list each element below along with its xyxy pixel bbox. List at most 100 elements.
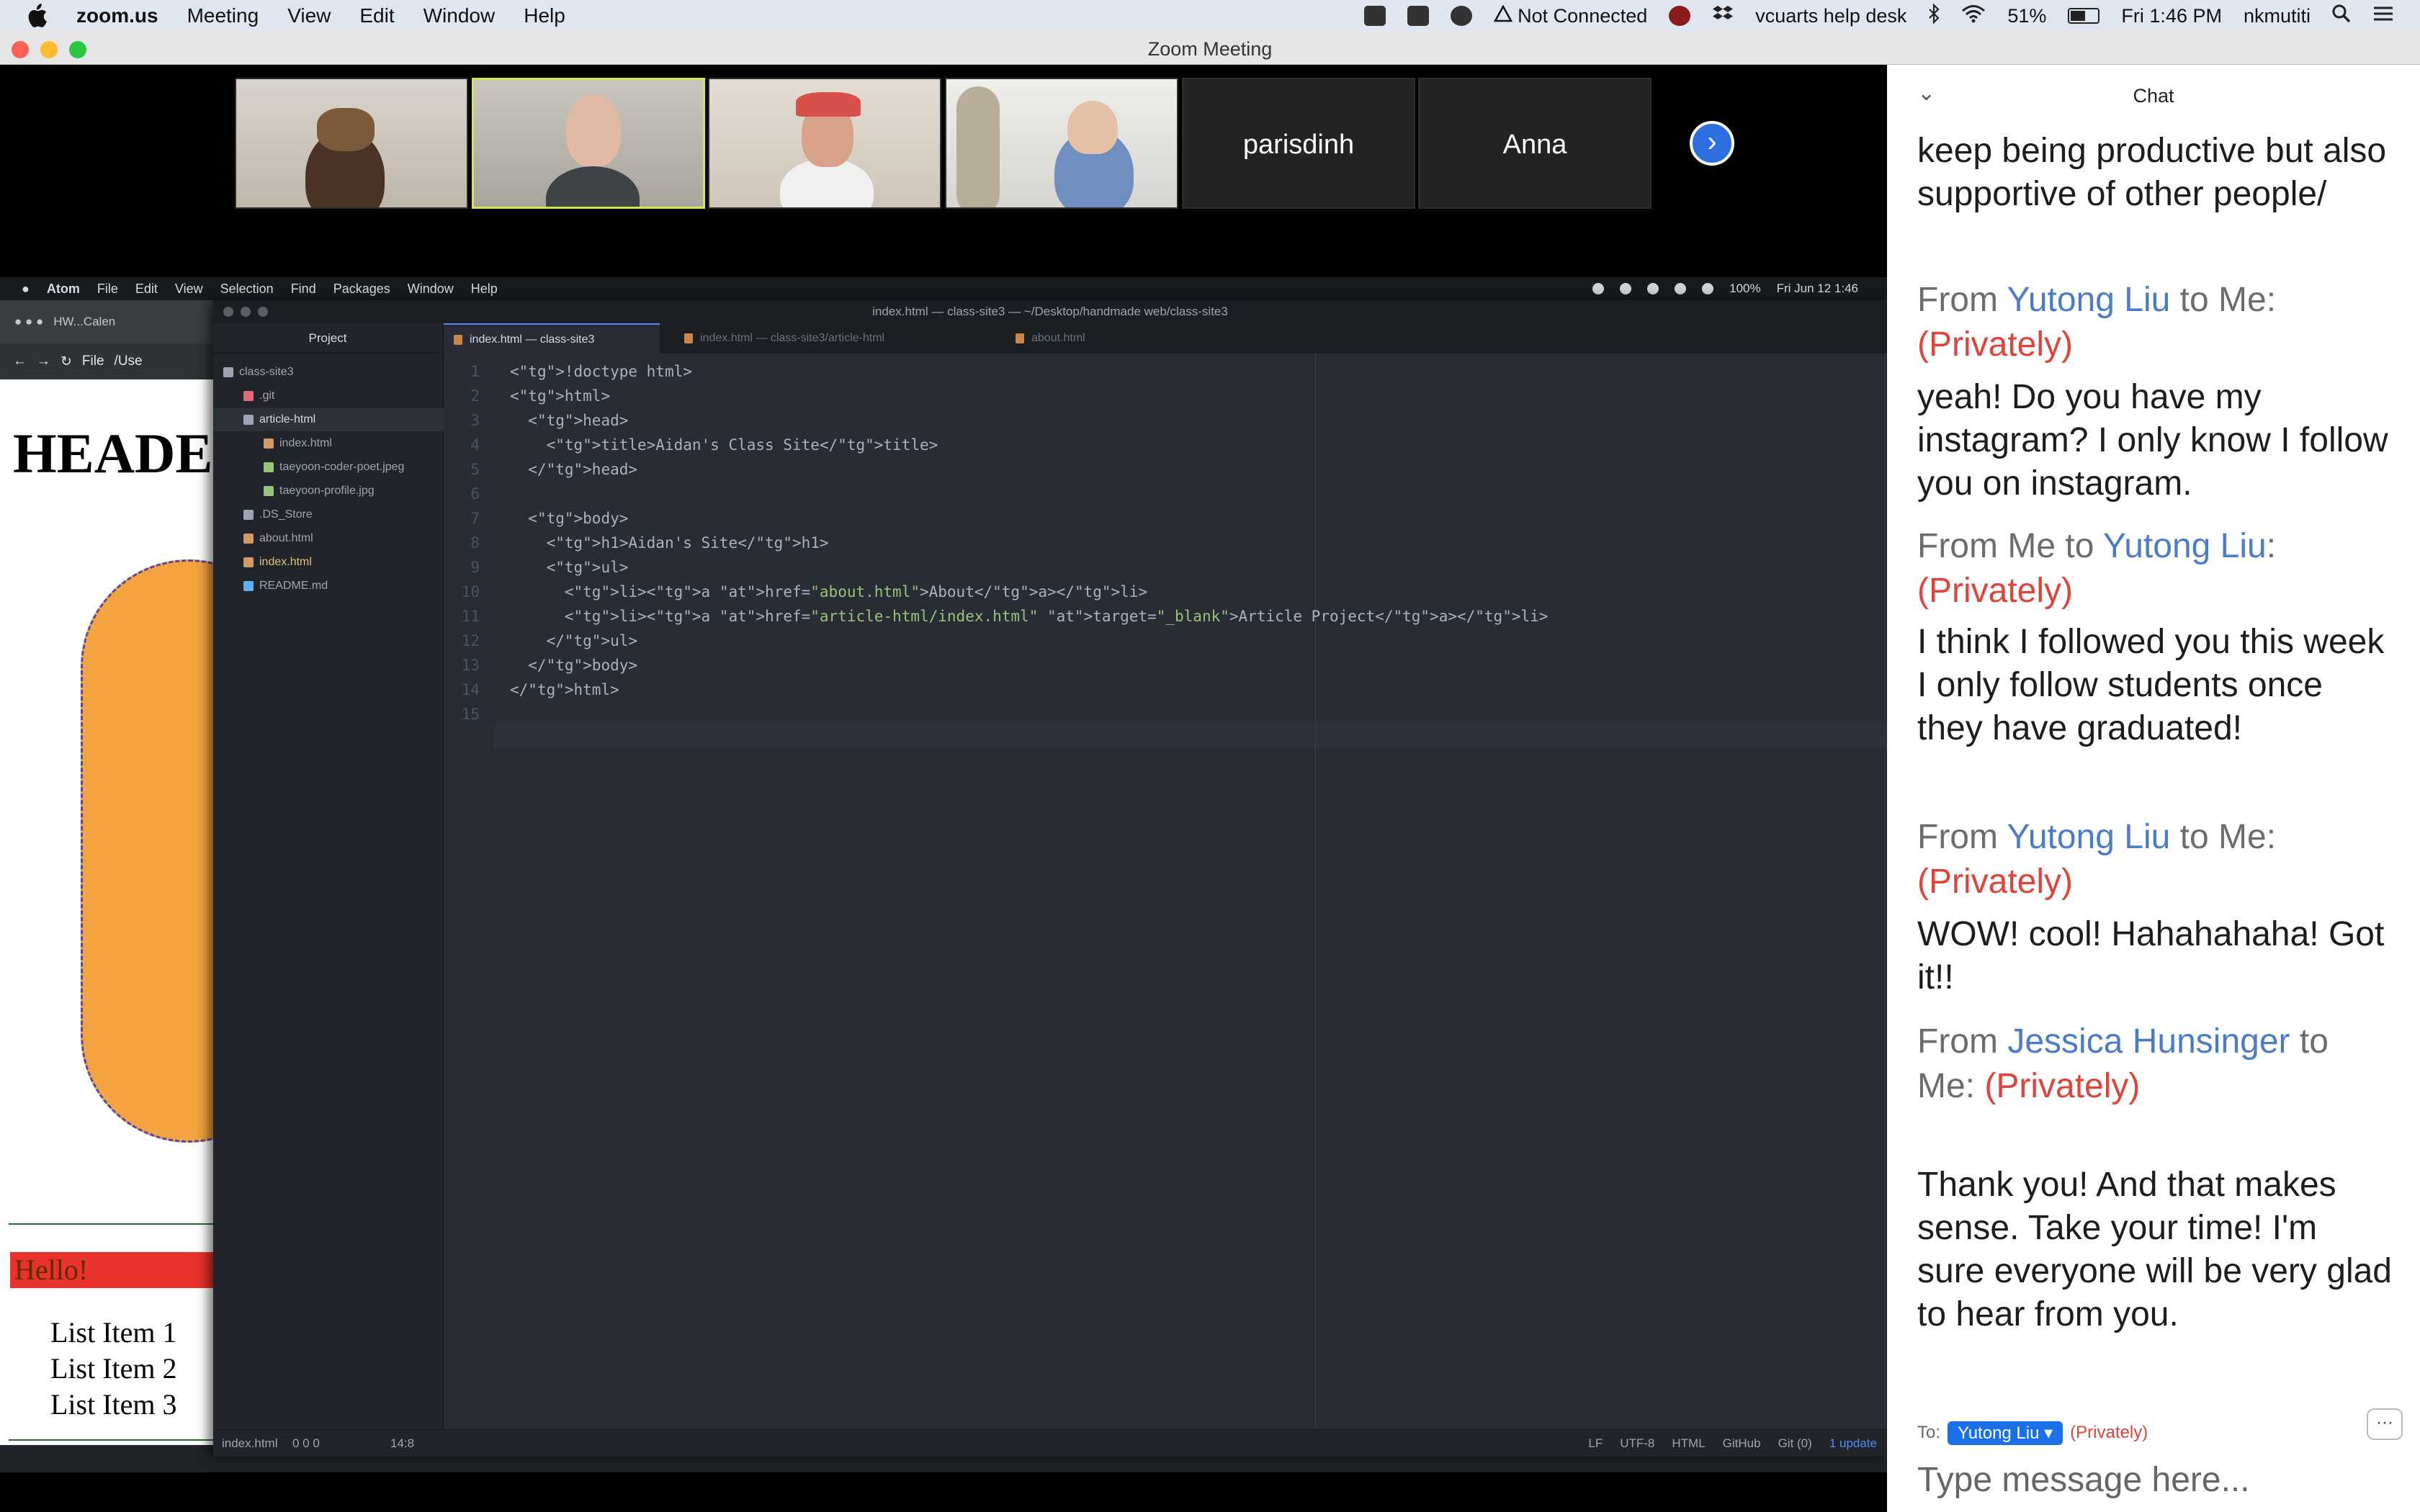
list-item: List Item 2 bbox=[50, 1352, 177, 1385]
folder-icon bbox=[223, 366, 233, 377]
apple-menu-icon[interactable] bbox=[26, 4, 48, 28]
spotlight-search-icon[interactable] bbox=[2332, 4, 2351, 28]
control-center-icon[interactable] bbox=[2372, 5, 2394, 27]
atom-zoom-button bbox=[258, 307, 268, 317]
tree-item-label: about.html bbox=[259, 532, 313, 544]
screen-recorder-icon[interactable] bbox=[1407, 6, 1429, 26]
line-number: 8 bbox=[470, 534, 480, 552]
participant-name-tile[interactable]: Anna bbox=[1418, 78, 1652, 209]
wifi-icon[interactable] bbox=[1961, 4, 1986, 28]
chat-message-text: I think I followed you this week I only … bbox=[1917, 623, 2385, 747]
atom-minimize-button bbox=[241, 307, 251, 317]
help-desk-label[interactable]: vcuarts help desk bbox=[1755, 5, 1906, 27]
line-number: 14 bbox=[461, 681, 480, 698]
hello-banner: Hello! bbox=[10, 1252, 216, 1288]
code-line: </"tg">ul> bbox=[510, 632, 638, 649]
participant-video-tile[interactable] bbox=[708, 78, 941, 209]
volume-icon bbox=[1675, 283, 1687, 294]
status-file: index.html bbox=[222, 1436, 278, 1450]
tree-item: about.html bbox=[213, 527, 444, 550]
code-line: <"tg">title>Aidan's Class Site</"tg">tit… bbox=[510, 436, 938, 454]
participant-name: Anna bbox=[1502, 130, 1567, 160]
file-icon bbox=[243, 509, 254, 520]
menu-selection: Selection bbox=[220, 281, 274, 296]
tree-item-label: index.html bbox=[259, 556, 312, 568]
html-file-icon bbox=[1016, 333, 1024, 343]
menu-view[interactable]: View bbox=[287, 4, 331, 27]
creative-cloud-icon[interactable] bbox=[1450, 6, 1472, 26]
menu-help[interactable]: Help bbox=[524, 4, 565, 27]
line-number: 15 bbox=[461, 706, 480, 723]
shared-mac-menubar: ● Atom File Edit View Selection Find Pac… bbox=[0, 277, 1887, 300]
app-menu-zoom[interactable]: zoom.us bbox=[76, 4, 158, 27]
browser-window: ● ● ● HW...Calen ← → ↻ File /Use HEADE H… bbox=[0, 300, 216, 1445]
atom-status-bar: index.html 0 0 0 14:8 LF UTF-8 HTML GitH… bbox=[213, 1429, 1887, 1457]
zoom-camera-icon[interactable] bbox=[1363, 6, 1386, 26]
wifi-icon bbox=[1702, 283, 1714, 294]
network-status[interactable]: Not Connected bbox=[1493, 4, 1647, 27]
chat-message-text: WOW! cool! Hahahahaha! Got it!! bbox=[1917, 915, 2385, 996]
menu-file: File bbox=[97, 281, 118, 296]
status-diagnostics: 0 0 0 bbox=[292, 1436, 320, 1450]
menu-edit: Edit bbox=[135, 281, 158, 296]
code-line: <"tg">li><"tg">a "at">href="about.html">… bbox=[510, 583, 1148, 600]
cursor-line-highlight bbox=[494, 724, 1887, 748]
menu-find: Find bbox=[290, 281, 316, 296]
participant-video-tile[interactable] bbox=[945, 78, 1178, 209]
wrap-guide bbox=[1315, 354, 1316, 1429]
file-icon bbox=[243, 580, 254, 591]
chat-message-input[interactable] bbox=[1917, 1454, 2407, 1505]
code-line: <"tg">!doctype html> bbox=[510, 363, 692, 380]
window-title: Zoom Meeting bbox=[1147, 38, 1273, 60]
participant-name-tile[interactable]: parisdinh bbox=[1182, 78, 1415, 209]
line-number: 9 bbox=[470, 559, 480, 576]
battery-percent[interactable]: 51% bbox=[2007, 5, 2046, 27]
tree-item: taeyoon-profile.jpg bbox=[213, 480, 444, 503]
chat-message-meta: From Me to Yutong Liu: (Privately) bbox=[1917, 527, 2277, 610]
user-name[interactable]: nkmutiti bbox=[2244, 5, 2311, 27]
code-line: </"tg">html> bbox=[510, 681, 619, 698]
folder-icon bbox=[243, 414, 254, 425]
file-icon bbox=[264, 462, 274, 472]
tree-item-label: taeyoon-profile.jpg bbox=[279, 485, 375, 497]
code-line: <"tg">li><"tg">a "at">href="article-html… bbox=[510, 608, 1549, 625]
status-update: 1 update bbox=[1829, 1436, 1877, 1450]
battery-icon bbox=[2068, 8, 2100, 24]
chat-more-button[interactable]: ··· bbox=[2367, 1408, 2403, 1440]
vpn-icon[interactable] bbox=[1669, 6, 1691, 26]
code-line: <"tg">h1>Aidan's Site</"tg">h1> bbox=[510, 534, 829, 552]
menu-view: View bbox=[174, 281, 203, 296]
code-line: <"tg">body> bbox=[510, 510, 629, 527]
line-number: 6 bbox=[470, 485, 480, 503]
menu-window[interactable]: Window bbox=[424, 4, 496, 27]
code-editor: 1 <"tg">!doctype html> 2 <"tg">html> 3 <"tg"… bbox=[444, 354, 1887, 1429]
recipient-mode: (Privately) bbox=[2070, 1423, 2148, 1442]
clock: Fri Jun 12 1:46 bbox=[1776, 282, 1858, 295]
chat-message-meta: From Jessica Hunsinger to Me: (Privately… bbox=[1917, 1022, 2329, 1105]
line-number: 13 bbox=[461, 657, 480, 674]
divider bbox=[9, 1439, 216, 1441]
recipient-dropdown[interactable]: Yutong Liu ▾ bbox=[1948, 1421, 2063, 1445]
tab-index-article-html: index.html — class-site3/article-html bbox=[674, 323, 962, 354]
status-line-ending: LF bbox=[1588, 1436, 1603, 1450]
line-number: 4 bbox=[470, 436, 480, 454]
tree-item-label: .DS_Store bbox=[259, 508, 313, 521]
participant-video-tile[interactable] bbox=[235, 78, 468, 209]
code-line: <"tg">html> bbox=[510, 387, 611, 405]
menu-edit[interactable]: Edit bbox=[359, 4, 394, 27]
next-participants-button[interactable]: › bbox=[1690, 121, 1734, 166]
dropbox-icon[interactable] bbox=[1712, 4, 1734, 28]
mac-menubar: zoom.us Meeting View Edit Window Help No… bbox=[0, 0, 2420, 32]
tree-item-label: article-html bbox=[259, 413, 316, 426]
tree-item: index.html bbox=[213, 432, 444, 455]
shared-screen: ● Atom File Edit View Selection Find Pac… bbox=[0, 277, 1887, 1472]
clock[interactable]: Fri 1:46 PM bbox=[2121, 5, 2222, 27]
tree-item-label: taeyoon-coder-poet.jpeg bbox=[279, 461, 405, 473]
line-number: 7 bbox=[470, 510, 480, 527]
back-icon: ← bbox=[13, 354, 27, 369]
tab-label: index.html — class-site3/article-html bbox=[700, 332, 885, 344]
menu-meeting[interactable]: Meeting bbox=[187, 4, 259, 27]
file-label: File bbox=[81, 354, 104, 369]
active-speaker-video-tile[interactable] bbox=[472, 78, 705, 209]
bluetooth-icon[interactable] bbox=[1928, 2, 1940, 29]
